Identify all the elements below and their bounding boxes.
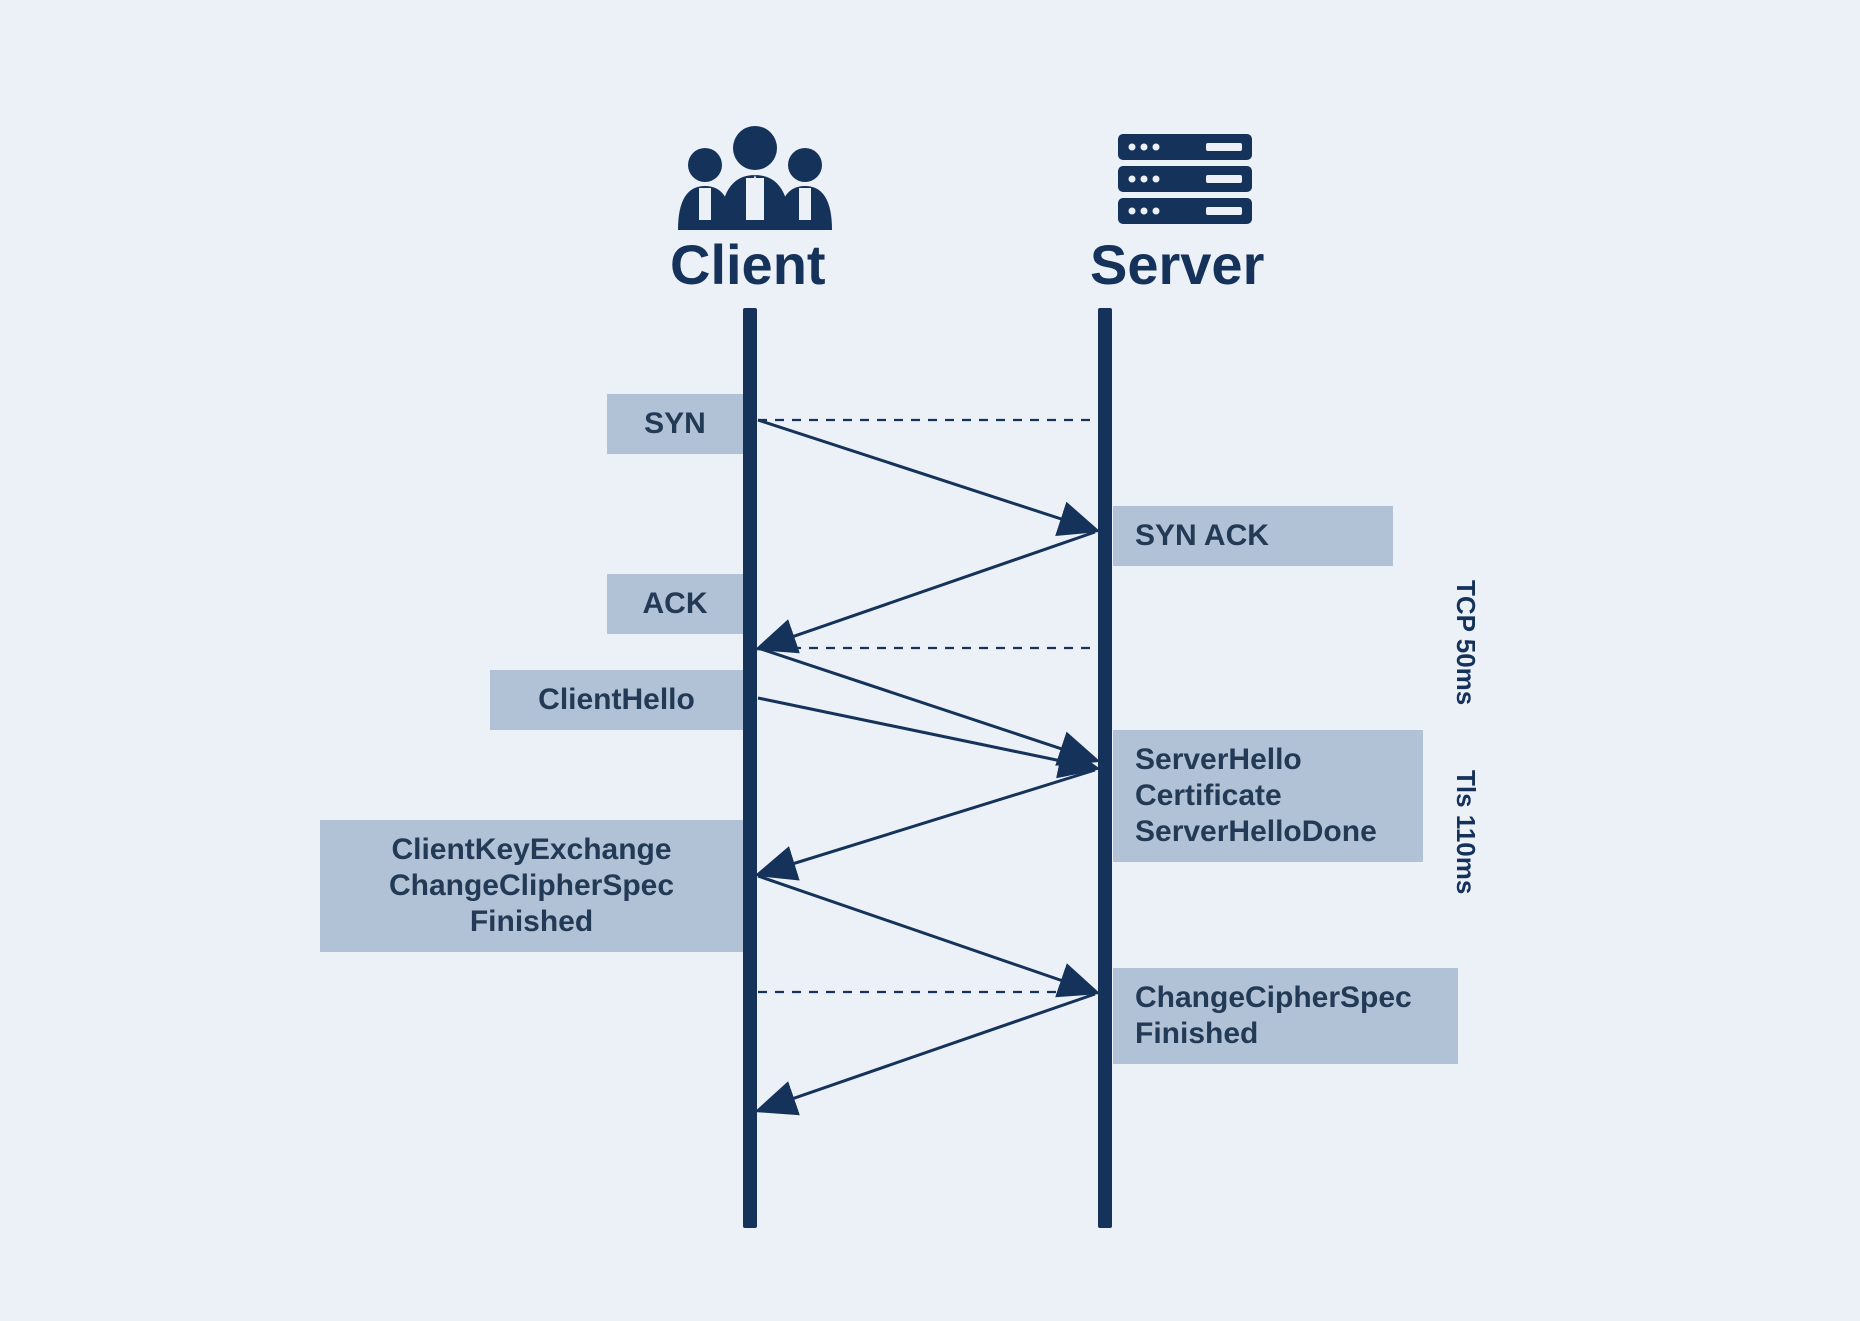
server-lifeline xyxy=(1098,308,1112,1228)
msg-clienthello: ClientHello xyxy=(490,670,743,730)
msg-synack: SYN ACK xyxy=(1113,506,1393,566)
msg-syn: SYN xyxy=(607,394,743,454)
client-title: Client xyxy=(670,232,826,297)
msg-serverhello-block: ServerHello Certificate ServerHelloDone xyxy=(1113,730,1423,862)
msg-ack: ACK xyxy=(607,574,743,634)
diagram-canvas: Client Server xyxy=(50,50,1810,1270)
annotation-tls: Tls 110ms xyxy=(1450,770,1481,894)
msg-server-ccs-block: ChangeCipherSpec Finished xyxy=(1113,968,1458,1064)
client-icon xyxy=(660,120,850,235)
arrows-layer xyxy=(50,50,1810,1270)
server-icon xyxy=(1110,130,1260,235)
server-title: Server xyxy=(1090,232,1264,297)
client-lifeline xyxy=(743,308,757,1228)
msg-client-key-block: ClientKeyExchange ChangeClipherSpec Fini… xyxy=(320,820,743,952)
annotation-tcp: TCP 50ms xyxy=(1450,580,1481,705)
